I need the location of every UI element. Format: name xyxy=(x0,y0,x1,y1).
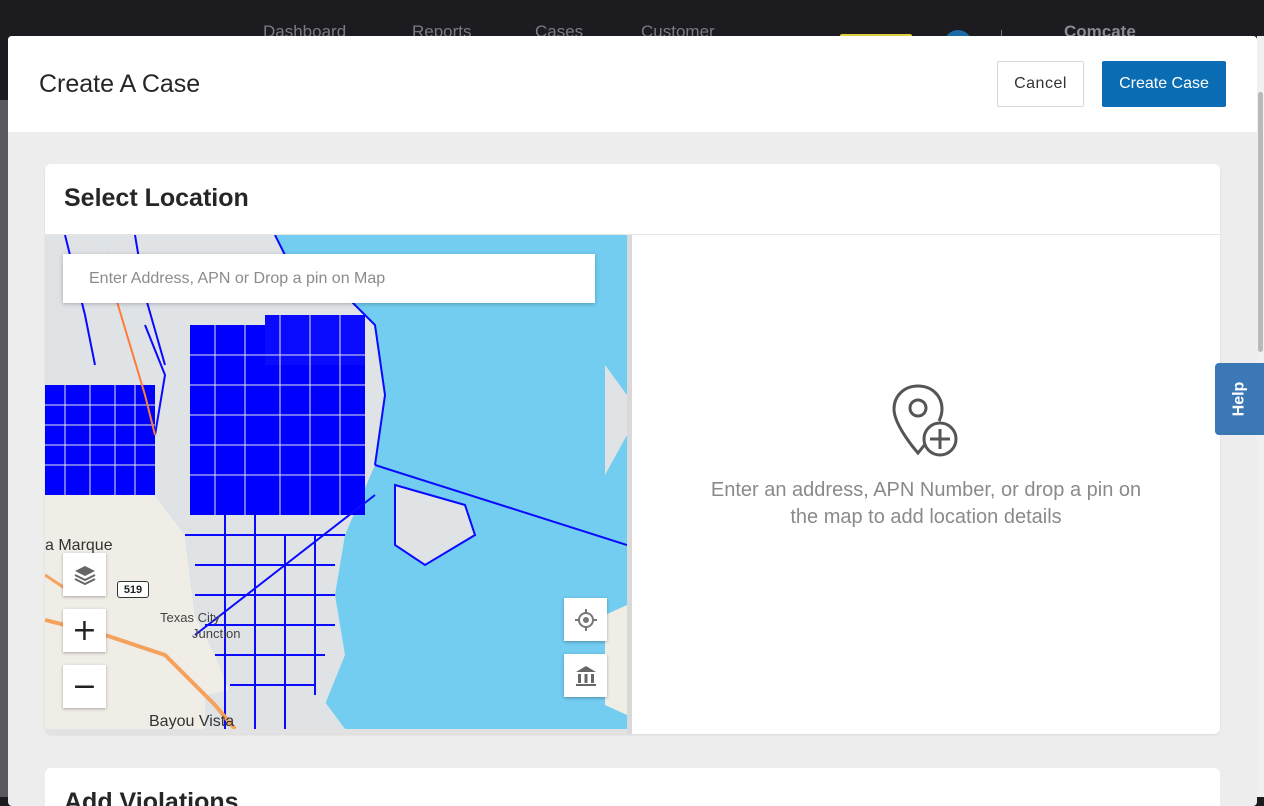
section-title-violations: Add Violations xyxy=(64,788,239,806)
select-location-card: Select Location Enter Address, APN or Dr… xyxy=(45,164,1220,734)
map-label-junction: Junction xyxy=(192,626,241,641)
help-tab[interactable]: Help xyxy=(1215,363,1264,435)
zoom-in-button[interactable]: + xyxy=(63,609,106,652)
crosshair-icon xyxy=(574,608,597,631)
empty-state-text: Enter an address, APN Number, or drop a … xyxy=(676,477,1176,531)
empty-state-line-2: the map to add location details xyxy=(790,506,1062,528)
empty-state-line-1: Enter an address, APN Number, or drop a … xyxy=(710,479,1142,501)
map-label-texas-city: Texas City xyxy=(160,610,220,625)
map-pin-add-icon xyxy=(892,384,958,457)
map-canvas[interactable] xyxy=(45,235,627,729)
locate-me-button[interactable] xyxy=(564,598,607,641)
page-backdrop xyxy=(0,100,8,797)
layers-icon xyxy=(74,565,95,585)
location-details-panel: Enter an address, APN Number, or drop a … xyxy=(632,235,1220,729)
cancel-button[interactable]: Cancel xyxy=(997,61,1084,107)
parcels-button[interactable] xyxy=(564,654,607,697)
location-map[interactable]: a Marque Texas City Junction Bayou Vista… xyxy=(45,235,627,729)
map-label-bayou-vista: Bayou Vista xyxy=(149,713,235,729)
add-violations-card: Add Violations xyxy=(45,768,1220,806)
create-case-modal: Create A Case Cancel Create Case Select … xyxy=(8,36,1257,806)
zoom-out-button[interactable]: − xyxy=(63,665,106,708)
section-title: Select Location xyxy=(64,184,249,212)
map-bottom-edge xyxy=(45,729,627,734)
location-search-input[interactable] xyxy=(63,254,595,303)
help-label: Help xyxy=(1230,381,1248,417)
road-519-shield: 519 xyxy=(117,581,149,598)
modal-title: Create A Case xyxy=(39,70,201,98)
scrollbar-thumb[interactable] xyxy=(1258,92,1263,352)
create-case-button[interactable]: Create Case xyxy=(1102,61,1226,107)
layers-button[interactable] xyxy=(63,553,106,596)
modal-header: Create A Case Cancel Create Case xyxy=(8,36,1257,132)
building-icon xyxy=(575,665,596,686)
